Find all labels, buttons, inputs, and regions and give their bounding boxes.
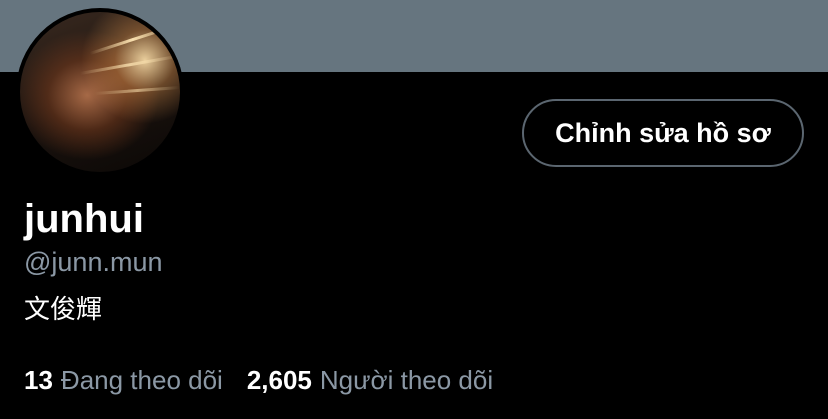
display-name: junhui [24,197,144,241]
profile-bio: 文俊輝 [24,295,103,325]
followers-label: Người theo dõi [319,365,494,395]
light-streak [89,24,177,55]
light-streak [94,86,180,95]
avatar[interactable] [16,8,184,176]
followers-count: 2,605 [246,365,312,395]
light-streak [79,54,179,75]
avatar-photo [20,12,180,172]
following-count: 13 [24,365,53,395]
user-handle: @junn.mun [24,247,163,277]
followers-link[interactable]: 2,605 Người theo dõi [247,364,493,396]
follow-stats: 13 Đang theo dõi 2,605 Người theo dõi [24,364,493,396]
following-link[interactable]: 13 Đang theo dõi [24,364,223,396]
edit-profile-button[interactable]: Chỉnh sửa hồ sơ [522,99,804,167]
following-label: Đang theo dõi [60,365,223,395]
